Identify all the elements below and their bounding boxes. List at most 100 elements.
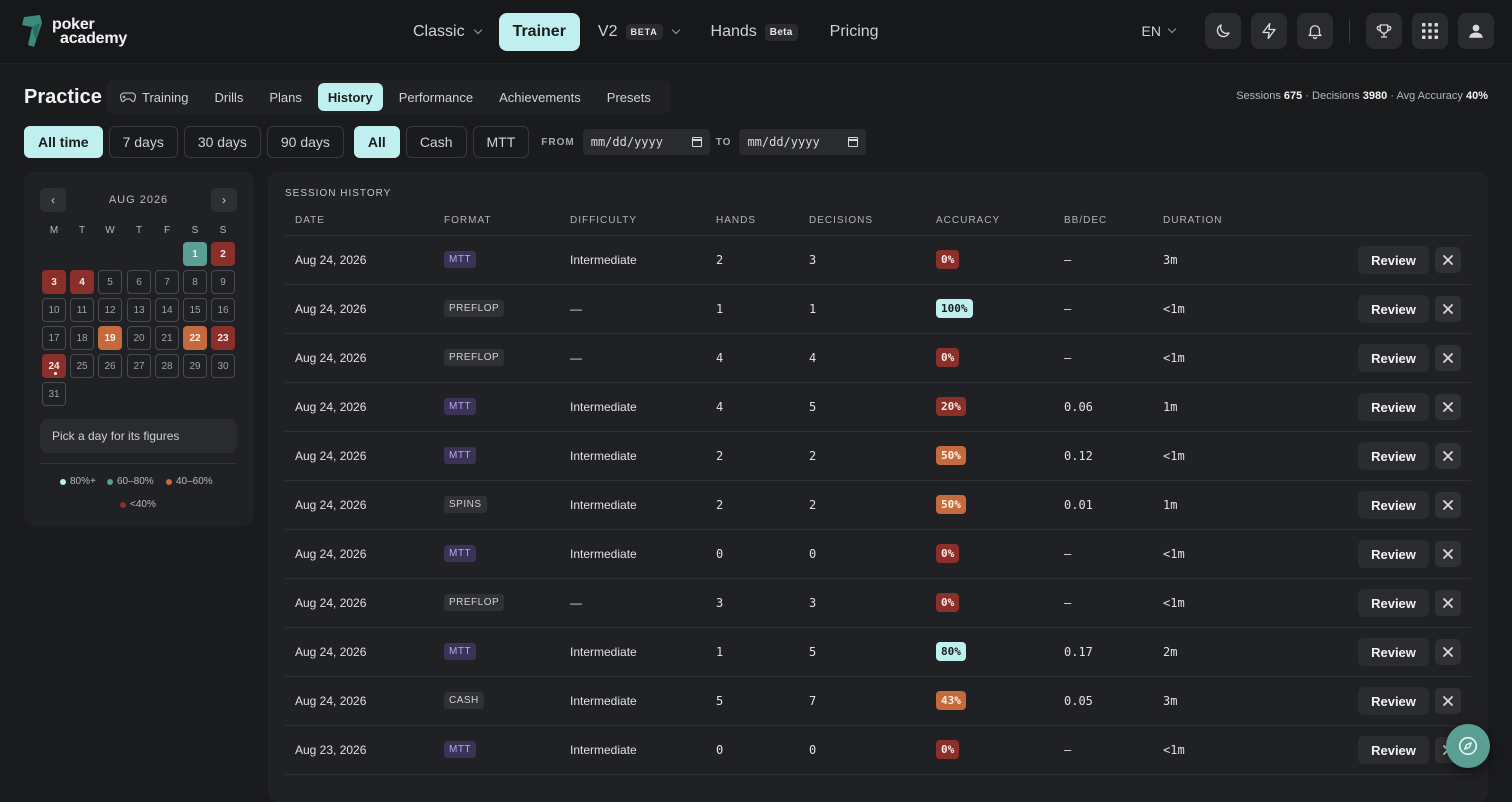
review-button[interactable]: Review <box>1358 687 1429 715</box>
calendar-icon[interactable] <box>848 137 859 147</box>
calendar-day-number: 22 <box>189 332 201 344</box>
delete-session-button[interactable] <box>1435 541 1461 567</box>
calendar-day[interactable]: 20 <box>127 326 151 350</box>
nav-trainer[interactable]: Trainer <box>498 13 580 51</box>
row-divider <box>285 480 1471 481</box>
format-cash[interactable]: Cash <box>405 126 467 158</box>
close-icon <box>1443 549 1453 559</box>
calendar-day[interactable]: 3 <box>42 270 66 294</box>
notifications-button[interactable] <box>1297 13 1333 49</box>
calendar-day[interactable]: 23 <box>211 326 235 350</box>
profile-button[interactable] <box>1458 13 1494 49</box>
row-date: Aug 23, 2026 <box>295 743 367 757</box>
delete-session-button[interactable] <box>1435 394 1461 420</box>
to-date-input[interactable]: mm/dd/yyyy <box>739 129 867 155</box>
calendar-day[interactable]: 27 <box>127 354 151 378</box>
delete-session-button[interactable] <box>1435 247 1461 273</box>
calendar-day[interactable]: 25 <box>70 354 94 378</box>
calendar-day[interactable]: 28 <box>155 354 179 378</box>
calendar-day[interactable]: 24 <box>42 354 66 378</box>
review-button[interactable]: Review <box>1358 344 1429 372</box>
calendar-day[interactable]: 16 <box>211 298 235 322</box>
tab-plans[interactable]: Plans <box>259 83 312 111</box>
row-hands: 2 <box>716 498 724 512</box>
beta-badge: Beta <box>764 23 798 41</box>
calendar-day[interactable]: 7 <box>155 270 179 294</box>
next-month-button[interactable]: › <box>211 188 237 212</box>
nav-classic[interactable]: Classic <box>399 13 495 51</box>
calendar-day[interactable]: 9 <box>211 270 235 294</box>
nav-v2[interactable]: V2 BETA <box>584 13 693 51</box>
from-date-input[interactable]: mm/dd/yyyy <box>582 129 710 155</box>
calendar-day[interactable]: 19 <box>98 326 122 350</box>
range-30-days[interactable]: 30 days <box>183 126 261 158</box>
calendar-day[interactable]: 6 <box>127 270 151 294</box>
tab-performance[interactable]: Performance <box>389 83 483 111</box>
format-mtt[interactable]: MTT <box>472 126 530 158</box>
tab-training-label: Training <box>142 89 189 105</box>
calendar-day-number: 10 <box>48 304 60 316</box>
range-7-days[interactable]: 7 days <box>108 126 178 158</box>
review-button[interactable]: Review <box>1358 638 1429 666</box>
calendar-day[interactable]: 31 <box>42 382 66 406</box>
tab-history-label: History <box>327 89 373 105</box>
delete-session-button[interactable] <box>1435 345 1461 371</box>
range-all-time[interactable]: All time <box>24 126 103 158</box>
theme-toggle-button[interactable] <box>1205 13 1241 49</box>
range-90-days[interactable]: 90 days <box>266 126 344 158</box>
legend-label: 40–60% <box>176 476 213 487</box>
leaderboard-button[interactable] <box>1366 13 1402 49</box>
apps-button[interactable] <box>1412 13 1448 49</box>
quick-action-button[interactable] <box>1251 13 1287 49</box>
accuracy-badge: 50% <box>936 495 966 514</box>
calendar-day[interactable]: 8 <box>183 270 207 294</box>
review-button[interactable]: Review <box>1358 736 1429 764</box>
calendar-day[interactable]: 4 <box>70 270 94 294</box>
logo[interactable]: poker academy <box>20 15 127 49</box>
tab-presets[interactable]: Presets <box>597 83 661 111</box>
tab-achievements[interactable]: Achievements <box>489 83 591 111</box>
review-button[interactable]: Review <box>1358 589 1429 617</box>
calendar-day[interactable]: 10 <box>42 298 66 322</box>
calendar-day[interactable]: 2 <box>211 242 235 266</box>
calendar-icon[interactable] <box>691 137 702 147</box>
review-button[interactable]: Review <box>1358 491 1429 519</box>
delete-session-button[interactable] <box>1435 492 1461 518</box>
calendar-day[interactable]: 29 <box>183 354 207 378</box>
row-divider <box>285 333 1471 334</box>
tab-history[interactable]: History <box>317 83 383 111</box>
calendar-day[interactable]: 11 <box>70 298 94 322</box>
review-button[interactable]: Review <box>1358 442 1429 470</box>
row-duration: 2m <box>1163 645 1178 659</box>
explore-button[interactable] <box>1446 724 1490 768</box>
calendar-day[interactable]: 12 <box>98 298 122 322</box>
calendar-day[interactable]: 13 <box>127 298 151 322</box>
calendar-day[interactable]: 1 <box>183 242 207 266</box>
calendar-day[interactable]: 5 <box>98 270 122 294</box>
nav-hands[interactable]: Hands Beta <box>697 13 812 51</box>
language-selector[interactable]: EN <box>1142 23 1177 39</box>
calendar-day[interactable]: 22 <box>183 326 207 350</box>
calendar-day[interactable]: 17 <box>42 326 66 350</box>
format-all[interactable]: All <box>353 126 400 158</box>
review-button[interactable]: Review <box>1358 540 1429 568</box>
calendar-day[interactable]: 26 <box>98 354 122 378</box>
calendar-day[interactable]: 30 <box>211 354 235 378</box>
calendar-day[interactable]: 15 <box>183 298 207 322</box>
calendar-day[interactable]: 21 <box>155 326 179 350</box>
review-button[interactable]: Review <box>1358 295 1429 323</box>
delete-session-button[interactable] <box>1435 590 1461 616</box>
review-button[interactable]: Review <box>1358 246 1429 274</box>
tab-training[interactable]: Training <box>110 83 198 111</box>
delete-session-button[interactable] <box>1435 443 1461 469</box>
row-duration: 1m <box>1163 400 1178 414</box>
delete-session-button[interactable] <box>1435 639 1461 665</box>
delete-session-button[interactable] <box>1435 296 1461 322</box>
delete-session-button[interactable] <box>1435 688 1461 714</box>
top-navbar: poker academy Classic Trainer V2 BETA Han… <box>0 0 1512 64</box>
calendar-day[interactable]: 18 <box>70 326 94 350</box>
nav-pricing[interactable]: Pricing <box>816 13 893 51</box>
calendar-day[interactable]: 14 <box>155 298 179 322</box>
tab-drills[interactable]: Drills <box>204 83 253 111</box>
review-button[interactable]: Review <box>1358 393 1429 421</box>
